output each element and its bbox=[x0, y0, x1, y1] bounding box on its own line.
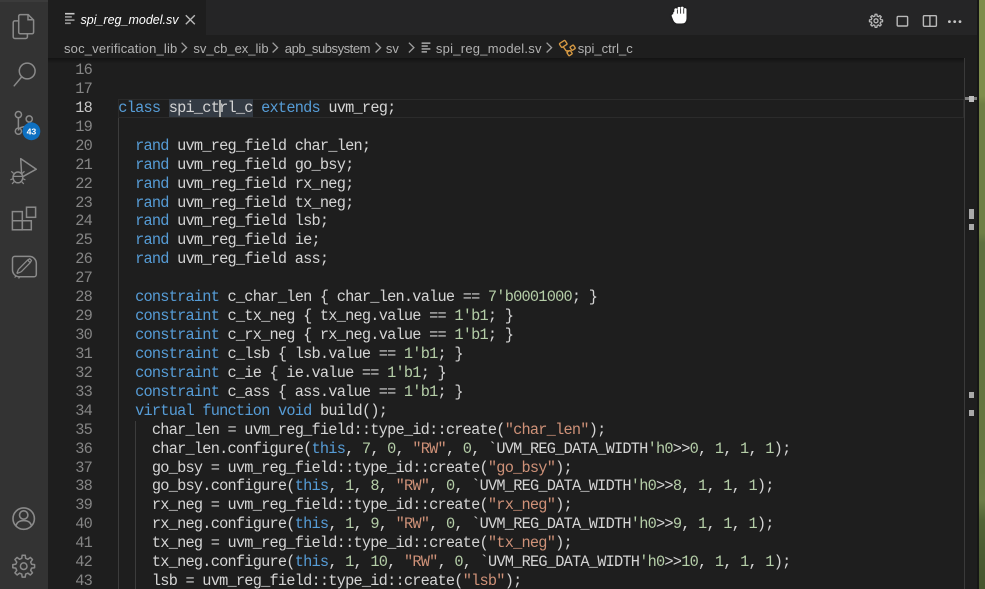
svg-text:43: 43 bbox=[27, 127, 37, 137]
